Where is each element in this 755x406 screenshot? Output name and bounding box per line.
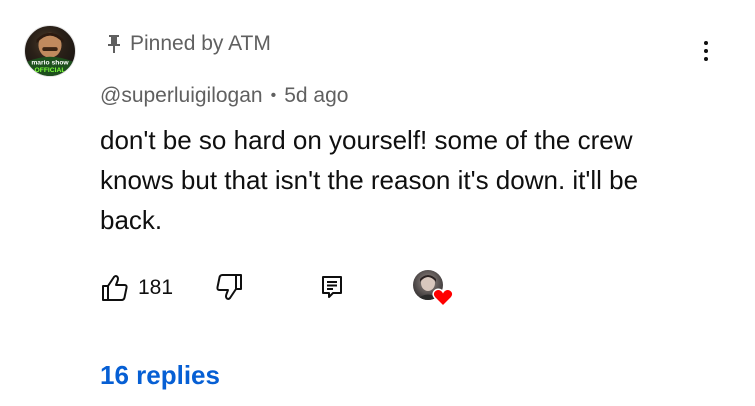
meta-separator: •	[270, 87, 277, 104]
more-vert-icon-dot	[704, 57, 708, 61]
more-vert-icon-dot	[704, 49, 708, 53]
author-avatar[interactable]: mario show OFFICIAL	[24, 25, 76, 77]
comment-actions: 181	[100, 270, 460, 307]
like-count: 181	[138, 276, 174, 299]
pin-icon	[106, 34, 122, 54]
pinned-label: Pinned by ATM	[130, 32, 271, 55]
more-vert-icon-dot	[704, 41, 708, 45]
comment-meta: @superluigilogan • 5d ago	[100, 84, 348, 108]
like-button[interactable]: 181	[100, 273, 173, 303]
thumb-up-icon	[100, 273, 130, 303]
reply-button[interactable]	[319, 274, 345, 300]
avatar-text-line2: OFFICIAL	[35, 67, 66, 74]
more-actions-button[interactable]	[694, 34, 718, 68]
view-replies-button[interactable]: 16 replies	[100, 360, 220, 391]
pinned-badge: Pinned by ATM	[106, 31, 271, 57]
reply-icon	[319, 274, 345, 300]
author-handle[interactable]: @superluigilogan	[100, 84, 263, 108]
comment-body: don't be so hard on yourself! some of th…	[100, 125, 639, 235]
creator-heart-badge	[413, 270, 457, 310]
dislike-button[interactable]	[214, 272, 244, 302]
comment-timestamp[interactable]: 5d ago	[284, 84, 348, 108]
avatar-text-line1: mario show	[31, 59, 69, 66]
thumb-down-icon	[214, 272, 244, 302]
heart-icon	[432, 287, 454, 307]
